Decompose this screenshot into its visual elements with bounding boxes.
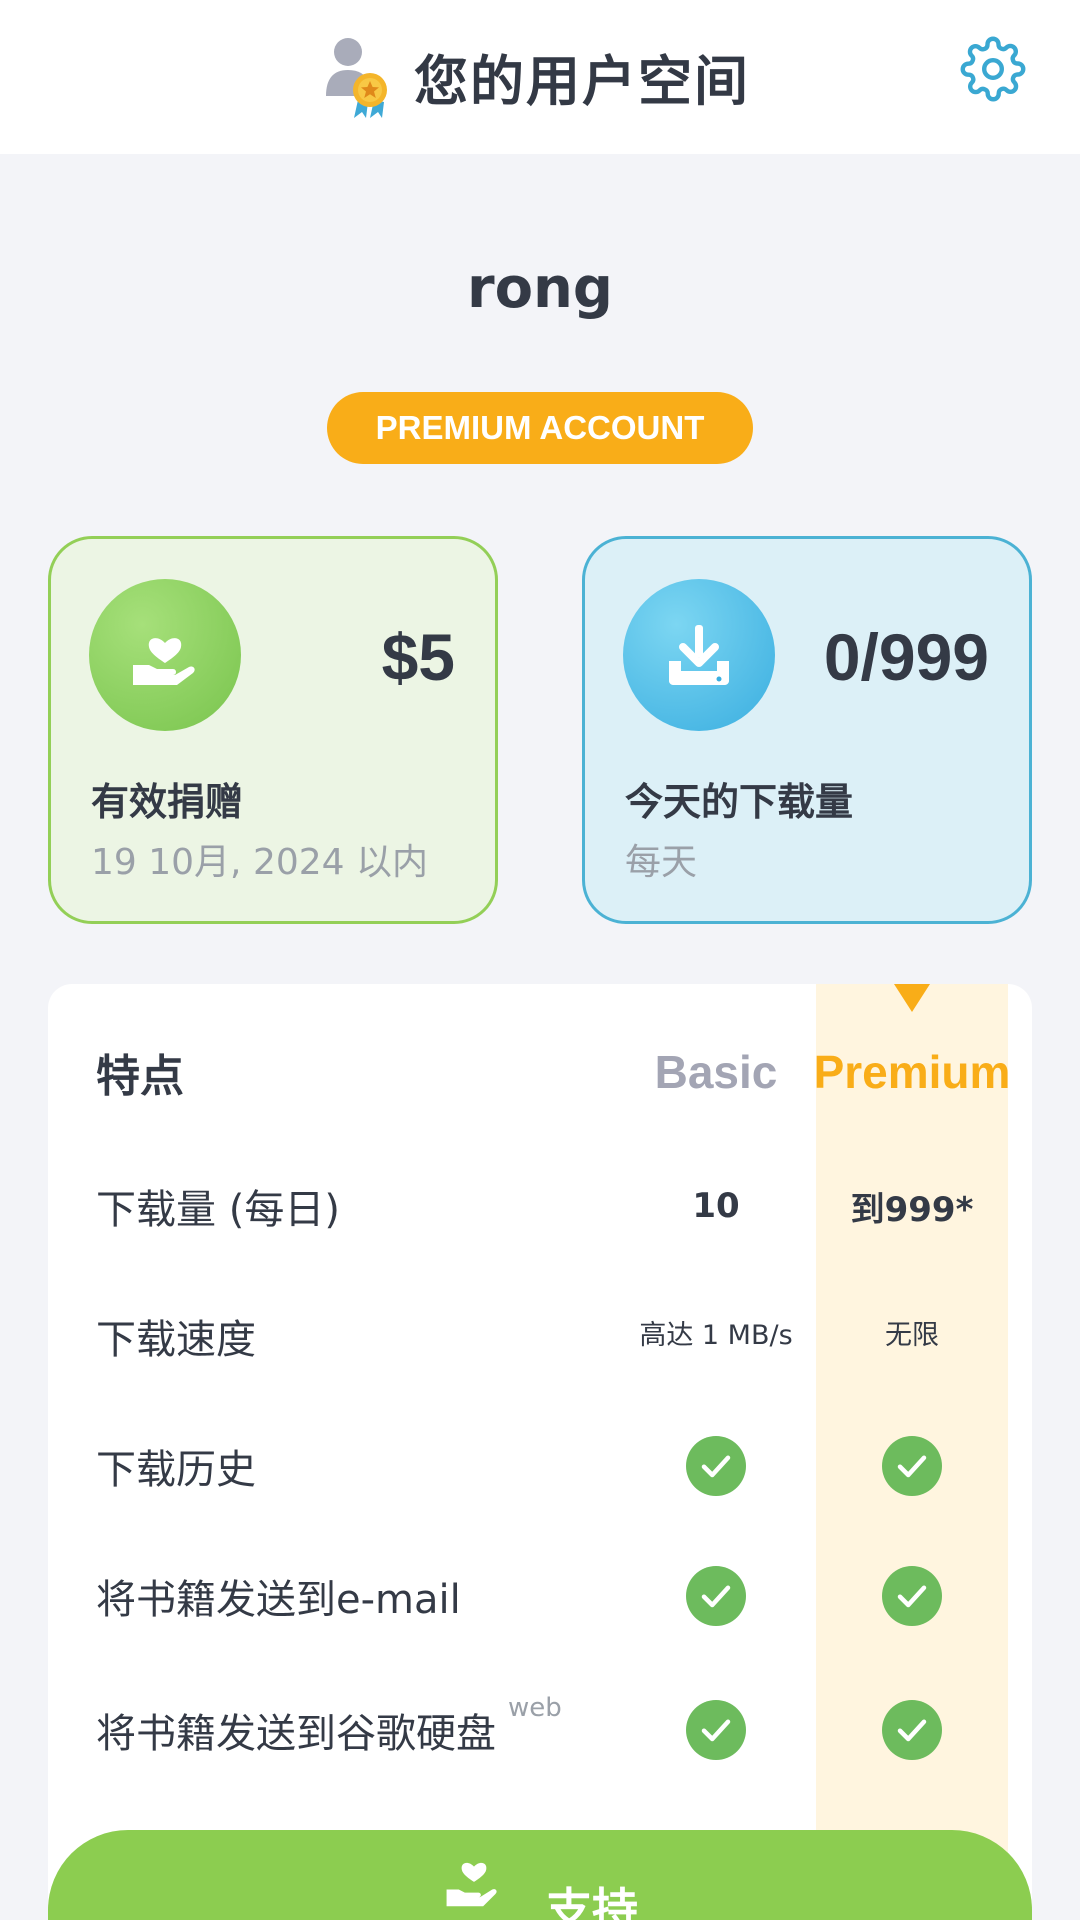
check-icon: [686, 1700, 746, 1760]
support-button-label: 支持: [546, 1883, 638, 1920]
feature-label: 将书籍发送到谷歌硬盘: [96, 1711, 496, 1757]
hand-heart-icon: [133, 638, 195, 685]
premium-value: 到999*: [850, 1189, 974, 1230]
feature-label: 将书籍发送到e-mail: [96, 1577, 461, 1623]
check-icon: [882, 1436, 942, 1496]
settings-button[interactable]: [960, 36, 1026, 102]
donation-amount: $5: [381, 620, 455, 694]
feature-label: 下载速度: [96, 1317, 256, 1363]
top-bar: 您的用户空间: [0, 0, 1080, 154]
check-icon: [686, 1566, 746, 1626]
basic-value: 高达 1 MB/s: [639, 1320, 793, 1351]
gear-icon: [960, 36, 1026, 102]
check-icon: [882, 1566, 942, 1626]
premium-marker-icon: [894, 984, 930, 1012]
download-icon-circle: [623, 579, 775, 731]
downloads-label: 今天的下载量: [625, 780, 854, 824]
table-header-row: 特点 Basic Premium: [48, 1012, 1032, 1132]
check-icon: [686, 1436, 746, 1496]
table-row: 将书籍发送到谷歌硬盘 web: [48, 1670, 1032, 1790]
table-row: 将书籍发送到e-mail: [48, 1536, 1032, 1656]
downloads-count: 0/999: [823, 620, 989, 694]
feature-label: 下载历史: [96, 1447, 256, 1493]
feature-label: 下载量 (每日): [96, 1187, 340, 1233]
table-row: 下载量 (每日) 10 到999*: [48, 1146, 1032, 1266]
hand-heart-icon: [446, 1862, 497, 1907]
features-comparison-table: 特点 Basic Premium 下载量 (每日) 10 到999* 下载速度 …: [48, 984, 1032, 1920]
donation-valid-until: 19 10月, 2024 以内: [91, 842, 429, 883]
downloads-card[interactable]: 0/999 今天的下载量 每天: [582, 536, 1032, 924]
support-button-content: 支持: [442, 1856, 638, 1920]
donation-icon-circle: [89, 579, 241, 731]
user-premium-icon: [324, 34, 396, 118]
downloads-period: 每天: [625, 842, 698, 883]
header-title-group: 您的用户空间: [324, 26, 750, 126]
username: rong: [466, 256, 614, 321]
table-row: 下载速度 高达 1 MB/s 无限: [48, 1276, 1032, 1396]
basic-column-heading: Basic: [654, 1046, 778, 1098]
page-title: 您的用户空间: [414, 49, 750, 113]
premium-column-heading: Premium: [813, 1046, 1011, 1098]
premium-value: 无限: [885, 1320, 939, 1351]
web-superscript: web: [508, 1693, 562, 1723]
table-row: 下载历史: [48, 1406, 1032, 1526]
basic-value: 10: [692, 1186, 740, 1226]
features-heading: 特点: [96, 1051, 184, 1102]
premium-account-badge: PREMIUM ACCOUNT: [327, 392, 753, 464]
donation-card[interactable]: $5 有效捐赠 19 10月, 2024 以内: [48, 536, 498, 924]
download-icon: [669, 625, 729, 685]
check-icon: [882, 1700, 942, 1760]
donation-label: 有效捐赠: [91, 780, 244, 824]
feature-label-group: 将书籍发送到谷歌硬盘 web: [96, 1670, 562, 1790]
support-button[interactable]: 支持: [48, 1830, 1032, 1920]
